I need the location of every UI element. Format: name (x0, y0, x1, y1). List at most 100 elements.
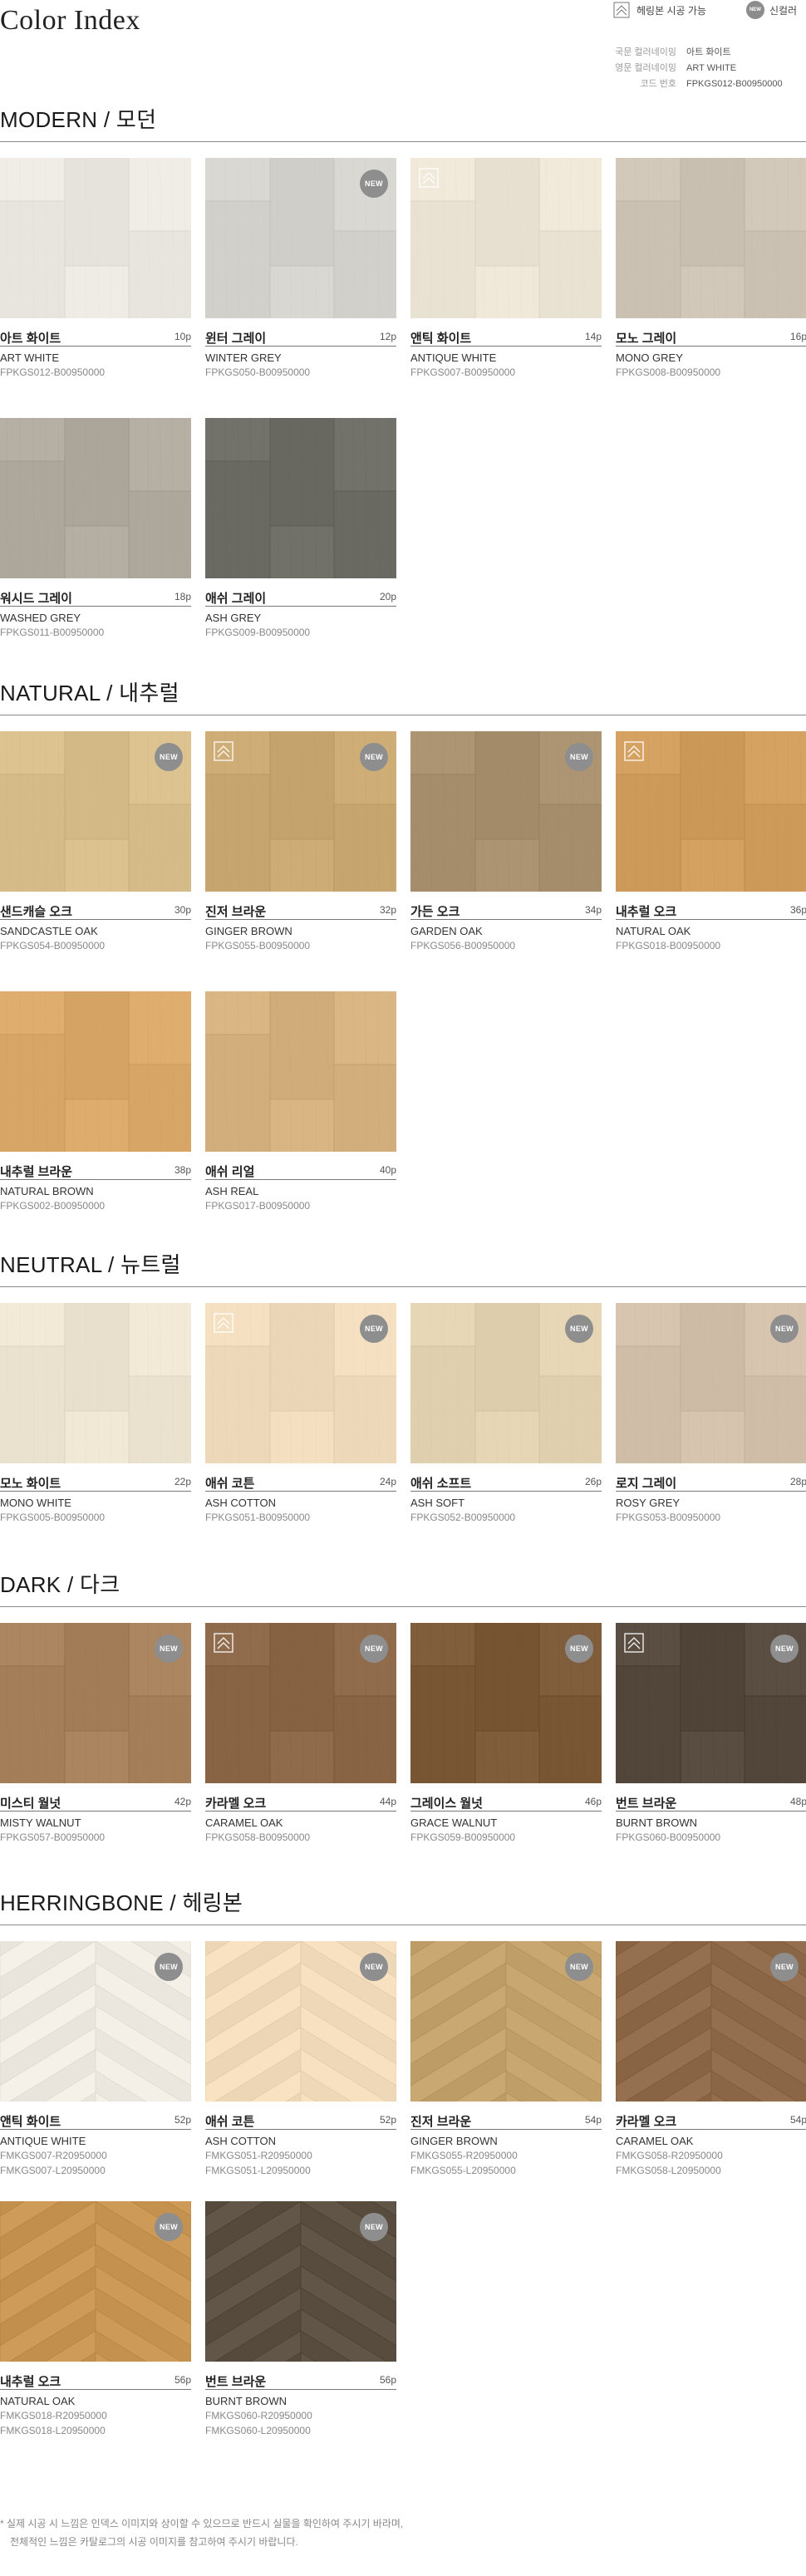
section-1: NATURAL / 내추럴 NEW 샌드캐슬 오크 30p SANDCASTLE OAK… (0, 675, 806, 1251)
herringbone-available-icon (214, 1633, 233, 1653)
korean-color-name: 내추럴 오크 (616, 905, 677, 919)
korean-color-name: 샌드캐슬 오크 (0, 905, 72, 919)
page-number: 30p (174, 904, 191, 916)
korean-color-name: 진저 브라운 (410, 2115, 472, 2129)
page-number: 12p (379, 331, 396, 342)
new-badge: NEW (770, 1315, 799, 1343)
color-swatch (0, 1303, 191, 1463)
color-card: NEW 카라멜 오크 54p CARAMEL OAK FMKGS058-R2095000… (616, 1941, 806, 2178)
key-value: ART WHITE (686, 63, 737, 73)
new-badge: NEW (360, 2213, 388, 2241)
korean-color-name: 애쉬 리얼 (205, 1165, 255, 1179)
product-code: FMKGS055-L20950000 (410, 2165, 516, 2176)
color-name-row: 아트 화이트 10p (0, 318, 191, 347)
naming-key: 국문 컬러네이밍 아트 화이트 영문 컬러네이밍 ART WHITE 코드 번호 FP… (615, 45, 806, 92)
english-color-name: ASH COTTON (205, 1497, 276, 1509)
product-code: FPKGS008-B00950000 (616, 366, 721, 378)
page-number: 20p (379, 591, 396, 602)
color-name-row: 진저 브라운 32p (205, 892, 396, 920)
color-swatch (616, 731, 806, 892)
english-color-name: GINGER BROWN (410, 2135, 498, 2147)
footnote-line: * 실제 시공 시 느낌은 인덱스 이미지와 상이할 수 있으므로 반드시 실물… (0, 2518, 404, 2529)
color-swatch (205, 418, 396, 578)
wood-texture (0, 158, 191, 318)
product-code: FPKGS054-B00950000 (0, 940, 106, 951)
color-card: NEW 가든 오크 34p GARDEN OAK FPKGS056-B00950000 (410, 731, 602, 953)
english-color-name: ART WHITE (0, 351, 60, 364)
new-badge-icon: NEW (745, 1, 764, 19)
color-name-row: 내추럴 오크 36p (616, 892, 806, 920)
page-number: 16p (789, 331, 806, 342)
color-swatch: NEW (616, 1623, 806, 1783)
english-color-name: BURNT BROWN (205, 2395, 287, 2407)
page-number: 18p (174, 591, 191, 602)
korean-color-name: 그레이스 월넛 (410, 1797, 483, 1811)
herringbone-available-icon (419, 168, 439, 188)
product-code: FPKGS012-B00950000 (0, 366, 106, 378)
color-name-row: 가든 오크 34p (410, 892, 602, 920)
color-name-row: 모노 화이트 22p (0, 1463, 191, 1492)
korean-color-name: 앤틱 화이트 (410, 332, 472, 346)
page-number: 42p (174, 1796, 191, 1807)
color-name-row: 카라멜 오크 54p (616, 2102, 806, 2130)
page-number: 22p (174, 1476, 191, 1487)
english-color-name: ASH REAL (205, 1185, 259, 1197)
section-divider (0, 1286, 806, 1287)
color-swatch: NEW (410, 731, 602, 892)
new-badge: NEW (155, 1635, 183, 1663)
korean-color-name: 카라멜 오크 (205, 1797, 267, 1811)
color-card: NEW 로지 그레이 28p ROSY GREY FPKGS053-B00950000 (616, 1303, 806, 1525)
page-number: 54p (584, 2114, 602, 2126)
new-badge: NEW (155, 1953, 183, 1981)
color-name-row: 그레이스 월넛 46p (410, 1783, 602, 1812)
color-swatch: NEW (205, 1303, 396, 1463)
legend: 헤링본 시공 가능 NEW 신컬러 (613, 0, 806, 20)
wood-texture (410, 158, 602, 318)
product-code: FPKGS056-B00950000 (410, 940, 516, 951)
new-badge: NEW (360, 1953, 388, 1981)
page-title: Color Index (0, 5, 140, 36)
english-color-name: ANTIQUE WHITE (0, 2135, 86, 2147)
footnotes: * 실제 시공 시 느낌은 인덱스 이미지와 상이할 수 있으므로 반드시 실물… (0, 2515, 403, 2551)
page-number: 54p (789, 2114, 806, 2126)
page-number: 44p (379, 1796, 396, 1807)
section-4: HERRINGBONE / 헤링본 NEW 앤틱 화이트 52p ANTIQUE WHI… (0, 1885, 806, 2461)
herringbone-icon (613, 2, 630, 18)
color-card: NEW 진저 브라운 54p GINGER BROWN FMKGS055-R209500… (410, 1941, 602, 2178)
color-name-row: 진저 브라운 54p (410, 2102, 602, 2130)
color-card: 아트 화이트 10p ART WHITE FPKGS012-B00950000 (0, 158, 191, 380)
product-code: FPKGS002-B00950000 (0, 1200, 106, 1212)
korean-color-name: 윈터 그레이 (205, 332, 267, 346)
color-swatch: NEW (410, 1303, 602, 1463)
color-name-row: 윈터 그레이 12p (205, 318, 396, 347)
color-name-row: 내추럴 브라운 38p (0, 1152, 191, 1180)
new-badge: NEW (770, 1953, 799, 1981)
english-color-name: NATURAL BROWN (0, 1185, 94, 1197)
color-swatch: NEW (410, 1623, 602, 1783)
color-card: 워시드 그레이 18p WASHED GREY FPKGS011-B00950000 (0, 418, 191, 640)
color-card: NEW 윈터 그레이 12p WINTER GREY FPKGS050-B0095000… (205, 158, 396, 380)
page-number: 52p (379, 2114, 396, 2126)
korean-color-name: 애쉬 코튼 (205, 1477, 255, 1491)
color-card: NEW 애쉬 코튼 24p ASH COTTON FPKGS051-B00950000 (205, 1303, 396, 1525)
page-number: 46p (584, 1796, 602, 1807)
color-swatch: NEW (0, 2201, 191, 2362)
color-card: NEW 애쉬 소프트 26p ASH SOFT FPKGS052-B00950000 (410, 1303, 602, 1525)
english-color-name: NATURAL OAK (616, 925, 691, 937)
new-badge: NEW (565, 1315, 593, 1343)
page-number: 24p (379, 1476, 396, 1487)
color-swatch (0, 991, 191, 1152)
product-code: FPKGS059-B00950000 (410, 1831, 516, 1843)
color-name-row: 애쉬 리얼 40p (205, 1152, 396, 1180)
section-title: HERRINGBONE / 헤링본 (0, 1890, 243, 1915)
korean-color-name: 내추럴 브라운 (0, 1165, 72, 1179)
english-color-name: GARDEN OAK (410, 925, 483, 937)
color-swatch: NEW (205, 2201, 396, 2362)
color-swatch: NEW (0, 1623, 191, 1783)
page-number: 26p (584, 1476, 602, 1487)
english-color-name: GRACE WALNUT (410, 1816, 498, 1829)
section-title: NATURAL / 내추럴 (0, 681, 179, 705)
product-code: FMKGS051-R20950000 (205, 2150, 312, 2161)
korean-color-name: 로지 그레이 (616, 1477, 677, 1491)
product-code: FPKGS011-B00950000 (0, 627, 105, 638)
